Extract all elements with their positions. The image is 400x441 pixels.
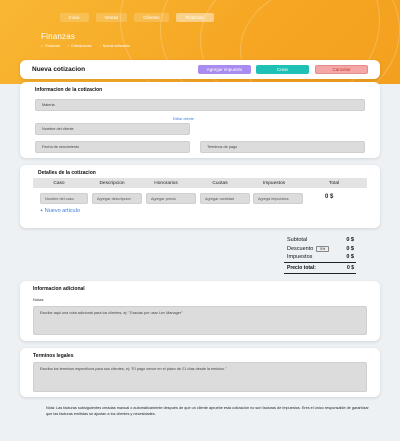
subtotal-row: Subtotal 0 $ xyxy=(287,237,354,243)
taxes-row: Impuestos 0 $ xyxy=(287,254,354,260)
due-date-field[interactable]: Fecha de vencimiento xyxy=(35,141,190,153)
discount-value: 0 $ xyxy=(346,246,354,252)
breadcrumb-label: Cotizaciones xyxy=(70,44,92,48)
discount-percent-input[interactable]: 0% xyxy=(316,246,330,252)
column-header: Descripcion xyxy=(99,180,125,186)
subtotal-label: Subtotal xyxy=(287,237,308,243)
subject-field[interactable]: Materia xyxy=(35,99,365,111)
add-tax-button[interactable]: Agregar impuesto xyxy=(198,65,251,74)
quote-header-card: Nueva cotizacion Agregar impuesto Crear … xyxy=(20,60,380,79)
quote-title: Nueva cotizacion xyxy=(32,66,86,73)
row-total: 0 $ xyxy=(325,194,334,200)
breadcrumb-item[interactable]: › Cotizaciones xyxy=(68,44,92,48)
client-field[interactable]: Nombre del cliente xyxy=(35,123,190,135)
column-header: Total xyxy=(328,180,340,186)
column-header: Cuotas xyxy=(212,180,228,186)
breadcrumb-item: › Nueva cotización xyxy=(100,44,131,48)
create-button[interactable]: Crear xyxy=(256,65,309,74)
discount-row: Descuento 0% 0 $ xyxy=(287,246,354,252)
table-header: Caso Descripcion Honorarios Cuotas Impue… xyxy=(33,178,367,188)
additional-info-card: Informacion adicional Notas Escribe aqui… xyxy=(20,281,380,341)
total-value: 0 $ xyxy=(347,265,354,271)
notes-label: Notas xyxy=(33,297,44,302)
discount-label: Descuento xyxy=(287,246,314,252)
breadcrumb-label: Nueva cotización xyxy=(102,44,131,48)
description-input[interactable]: Agregar descripcion xyxy=(92,193,142,204)
nav-item-ventas[interactable]: Ventas xyxy=(95,13,128,22)
tax-input[interactable]: Agrega impuestos xyxy=(253,193,303,204)
summary-divider xyxy=(284,273,356,274)
total-row: Precio total: 0 $ xyxy=(287,265,354,271)
page-title: Finanzas xyxy=(41,32,76,41)
nav-item-clientes[interactable]: Clientes xyxy=(134,13,169,22)
breadcrumb: ⌂ Finanzas › Cotizaciones › Nueva cotiza… xyxy=(41,44,130,48)
top-nav: Inicio Ventas Clientes Finanzas xyxy=(60,13,214,22)
chevron-right-icon: › xyxy=(67,44,69,48)
section-title: Terminos legales xyxy=(33,353,74,359)
home-icon: ⌂ xyxy=(41,44,44,48)
legal-terms-textarea[interactable]: Escriba los terminos específicos para su… xyxy=(33,362,367,392)
section-title: Informacion de la cotizacion xyxy=(35,87,103,93)
column-header: Caso xyxy=(53,180,65,186)
quote-details-card: Detalles de la cotizacion Caso Descripci… xyxy=(20,165,380,228)
add-item-link[interactable]: + Nuevo articulo xyxy=(40,208,80,214)
subtotal-value: 0 $ xyxy=(346,237,354,243)
quantity-input[interactable]: Agregar cantidad xyxy=(200,193,250,204)
nav-item-inicio[interactable]: Inicio xyxy=(60,13,89,22)
column-header: Honorarios xyxy=(154,180,178,186)
taxes-value: 0 $ xyxy=(346,254,354,260)
quote-info-card: Informacion de la cotizacion Materia Edi… xyxy=(20,82,380,158)
cancel-button[interactable]: Cancelar xyxy=(315,65,368,74)
nav-item-finanzas[interactable]: Finanzas xyxy=(175,13,214,22)
total-label: Precio total: xyxy=(287,265,316,271)
breadcrumb-label: Finanzas xyxy=(45,44,60,48)
breadcrumb-item[interactable]: ⌂ Finanzas xyxy=(41,44,60,48)
summary-divider xyxy=(284,262,356,263)
edit-client-link[interactable]: Editar cliente xyxy=(173,117,194,121)
notes-textarea[interactable]: Escribe aqui una nota adicional para los… xyxy=(33,306,367,335)
fee-input[interactable]: Agregar precio xyxy=(146,193,196,204)
chevron-right-icon: › xyxy=(99,44,101,48)
taxes-label: Impuestos xyxy=(287,254,313,260)
legal-terms-card: Terminos legales Escriba los terminos es… xyxy=(20,348,380,397)
payment-terms-field[interactable]: Terminos de pago xyxy=(200,141,365,153)
section-title: Informacion adicional xyxy=(33,286,85,292)
case-input[interactable]: Nombre del caso xyxy=(40,193,88,204)
section-title: Detalles de la cotizacion xyxy=(38,170,96,176)
column-header: Impuestos xyxy=(262,180,286,186)
footnote: Nota: Las facturas subsiguientes creadas… xyxy=(46,406,369,416)
